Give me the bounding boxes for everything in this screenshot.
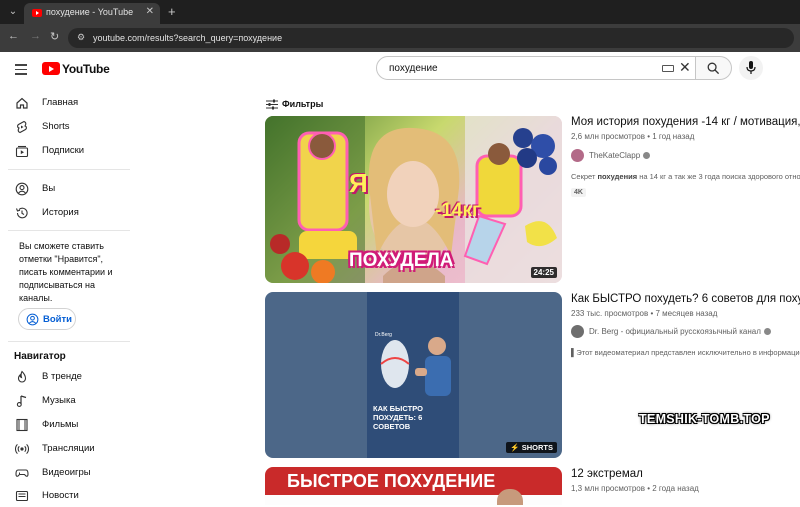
search-input[interactable]: похудение ✕ xyxy=(376,56,696,80)
login-label: Войти xyxy=(43,314,72,325)
video-thumbnail[interactable]: БЫСТРОЕ ПОХУДЕНИЕ xyxy=(265,467,562,505)
news-icon xyxy=(15,490,29,502)
address-url: youtube.com/results?search_query=похуден… xyxy=(93,33,283,43)
shorts-frame: Dr.Berg КАК БЫСТРО ПОХУДЕТЬ: 6 СОВЕТОВ xyxy=(367,292,459,458)
sidebar-divider xyxy=(8,230,130,231)
sidebar-item-label: В тренде xyxy=(42,371,82,382)
new-tab-icon[interactable]: + xyxy=(168,4,176,19)
navigator-title: Навигатор xyxy=(14,351,66,362)
watermark: TEMSHIK-TOMB.TOP xyxy=(639,412,770,426)
sidebar-divider xyxy=(8,169,130,170)
browser-tab[interactable]: похудение - YouTube ✕ xyxy=(24,3,160,24)
video-meta: 1,3 млн просмотров • 2 года назад xyxy=(571,484,699,493)
sidebar-item-label: Музыка xyxy=(42,395,76,406)
clear-search-icon[interactable]: ✕ xyxy=(679,59,691,76)
thumbnail-artwork xyxy=(380,337,451,396)
subscriptions-icon xyxy=(15,145,29,158)
filters-icon xyxy=(266,99,278,110)
video-meta: 2,6 млн просмотров • 1 год назад xyxy=(571,132,695,141)
youtube-favicon-icon xyxy=(32,9,42,17)
quality-badge: 4K xyxy=(571,188,586,197)
browser-toolbar: ← → ↻ ⚙ youtube.com/results?search_query… xyxy=(0,24,800,52)
tab-close-icon[interactable]: ✕ xyxy=(146,6,154,17)
sidebar-item-label: Главная xyxy=(42,97,79,108)
logo-text: YouTube xyxy=(62,62,110,76)
channel-avatar xyxy=(571,325,584,338)
home-icon xyxy=(16,97,28,109)
sidebar-item-label: История xyxy=(42,207,79,218)
movies-icon xyxy=(16,418,28,432)
address-bar[interactable]: ⚙ youtube.com/results?search_query=похуд… xyxy=(68,28,794,48)
tab-title: похудение - YouTube xyxy=(46,7,134,17)
sidebar-item-news[interactable]: Новости xyxy=(0,485,135,507)
you-icon xyxy=(15,182,29,196)
sidebar-item-movies[interactable]: Фильмы xyxy=(0,414,135,436)
music-icon xyxy=(16,395,27,407)
trending-icon xyxy=(17,370,27,383)
search-icon xyxy=(707,62,720,75)
shorts-badge: ⚡ SHORTS xyxy=(506,442,557,453)
sidebar-item-label: Подписки xyxy=(42,145,85,156)
thumbnail-banner: БЫСТРОЕ ПОХУДЕНИЕ xyxy=(287,471,496,491)
reload-icon[interactable]: ↻ xyxy=(50,30,59,43)
video-thumbnail[interactable]: Я -14кг ПОХУДЕЛА 24:25 xyxy=(265,116,562,283)
signin-prompt: Вы сможете ставить отметки "Нравится", п… xyxy=(19,241,113,303)
sidebar-item-music[interactable]: Музыка xyxy=(0,390,135,412)
history-icon xyxy=(15,207,28,219)
video-description: Секрет похудения на 14 кг а так же 3 год… xyxy=(571,172,800,181)
sidebar-item-label: Вы xyxy=(42,183,56,194)
sidebar-item-label: Трансляции xyxy=(42,443,95,454)
forward-icon[interactable]: → xyxy=(30,30,41,42)
video-duration: 24:25 xyxy=(530,267,557,278)
sidebar-item-history[interactable]: История xyxy=(0,202,135,224)
tab-search-icon[interactable]: ⌄ xyxy=(6,5,20,19)
video-title[interactable]: Моя история похудения -14 кг / мотивация… xyxy=(571,116,800,128)
back-icon[interactable]: ← xyxy=(8,30,19,42)
video-title[interactable]: Как БЫСТРО похудеть? 6 советов для похуд… xyxy=(571,293,800,305)
browser-tab-strip: ⌄ похудение - YouTube ✕ + xyxy=(0,0,800,24)
sidebar-item-live[interactable]: Трансляции xyxy=(0,438,135,460)
sidebar-item-label: Shorts xyxy=(42,121,70,132)
video-description: ▌Этот видеоматериал представлен исключит… xyxy=(571,348,800,357)
channel-name: Dr. Berg - официальный русскоязычный кан… xyxy=(589,327,771,336)
search-button[interactable] xyxy=(696,56,732,80)
sidebar-item-gaming[interactable]: Видеоигры xyxy=(0,462,135,484)
sidebar-item-label: Видеоигры xyxy=(42,467,91,478)
sidebar-item-label: Фильмы xyxy=(42,419,79,430)
thumbnail-text-kg: -14кг xyxy=(435,200,480,221)
mic-icon xyxy=(746,61,756,74)
account-icon xyxy=(26,313,39,326)
voice-search-button[interactable] xyxy=(739,56,763,80)
thumbnail-text-pokhudela: ПОХУДЕЛА xyxy=(349,250,454,271)
gaming-icon xyxy=(15,469,29,477)
thumbnail-figure xyxy=(497,489,523,505)
channel-avatar xyxy=(571,149,584,162)
menu-icon[interactable] xyxy=(15,64,27,75)
keyboard-icon[interactable] xyxy=(662,65,674,72)
sidebar-item-subscriptions[interactable]: Подписки xyxy=(0,140,135,162)
sidebar-item-you[interactable]: Вы xyxy=(0,178,135,200)
sidebar-item-trending[interactable]: В тренде xyxy=(0,366,135,388)
sidebar-item-home[interactable]: Главная xyxy=(0,92,135,114)
filters-label: Фильтры xyxy=(282,99,324,109)
site-info-icon[interactable]: ⚙ xyxy=(77,32,85,43)
video-meta: 233 тыс. просмотров • 7 месяцев назад xyxy=(571,309,718,318)
search-value: похудение xyxy=(389,63,438,74)
thumbnail-text-ya: Я xyxy=(349,168,368,198)
live-icon xyxy=(15,444,29,454)
youtube-page: YouTube похудение ✕ Главная Shorts Подпи… xyxy=(0,52,800,505)
video-thumbnail[interactable]: Dr.Berg КАК БЫСТРО ПОХУДЕТЬ: 6 СОВЕТОВ ⚡… xyxy=(265,292,562,458)
verified-icon xyxy=(643,152,651,159)
thumbnail-caption: КАК БЫСТРО ПОХУДЕТЬ: 6 СОВЕТОВ xyxy=(373,404,423,431)
youtube-logo-icon xyxy=(42,62,60,75)
login-button[interactable]: Войти xyxy=(18,308,76,330)
sidebar-item-shorts[interactable]: Shorts xyxy=(0,116,135,138)
video-title[interactable]: 12 экстремал xyxy=(571,468,643,480)
shorts-icon xyxy=(17,120,27,134)
verified-icon xyxy=(763,328,771,335)
sidebar-divider xyxy=(8,341,130,342)
sidebar-item-label: Новости xyxy=(42,490,79,501)
channel-name: TheKateClapp xyxy=(589,151,651,160)
